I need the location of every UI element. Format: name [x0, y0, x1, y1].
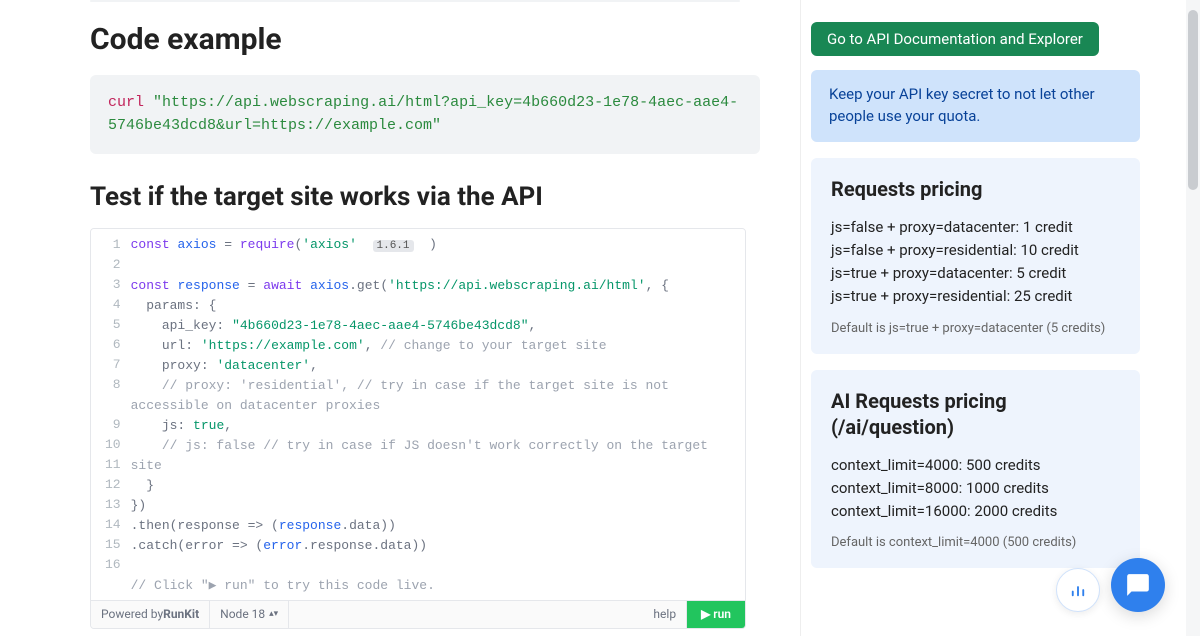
curl-command: curl	[108, 94, 144, 111]
scrollbar-track[interactable]	[1186, 0, 1200, 636]
code-content[interactable]: const axios = require('axios' 1.6.1 ) co…	[131, 235, 745, 596]
runkit-editor[interactable]: 1 2 3 4 5 6 7 8 9 10 11 12 13 14 15 16 c…	[90, 228, 746, 629]
divider	[90, 0, 740, 2]
main-column: Code example curl "https://api.webscrapi…	[0, 0, 800, 636]
api-key-notice: Keep your API key secret to not let othe…	[811, 70, 1140, 142]
chevron-updown-icon: ▴▾	[269, 609, 278, 619]
curl-code-block: curl "https://api.webscraping.ai/html?ap…	[90, 75, 760, 154]
editor-footer: Powered by RunKit Node 18▴▾ help ▶ run	[91, 600, 745, 628]
chat-icon	[1125, 572, 1151, 598]
scrollbar-thumb[interactable]	[1188, 10, 1198, 190]
line-gutter: 1 2 3 4 5 6 7 8 9 10 11 12 13 14 15 16	[91, 235, 131, 596]
requests-pricing-default: Default is js=true + proxy=datacenter (5…	[831, 321, 1120, 336]
chat-button[interactable]	[1111, 558, 1165, 612]
help-link[interactable]: help	[643, 601, 687, 628]
curl-url: "https://api.webscraping.ai/html?api_key…	[108, 94, 738, 134]
node-version-selector[interactable]: Node 18▴▾	[210, 601, 289, 628]
code-example-heading: Code example	[90, 22, 760, 57]
ai-pricing-title: AI Requests pricing (/ai/question)	[831, 388, 1120, 440]
ai-pricing-lines: context_limit=4000: 500 credits context_…	[831, 454, 1120, 524]
sidebar: Go to API Documentation and Explorer Kee…	[800, 0, 1200, 636]
run-button[interactable]: ▶ run	[687, 601, 745, 628]
ai-pricing-card: AI Requests pricing (/ai/question) conte…	[811, 370, 1140, 569]
docs-button[interactable]: Go to API Documentation and Explorer	[811, 22, 1099, 56]
test-heading: Test if the target site works via the AP…	[90, 182, 760, 212]
requests-pricing-lines: js=false + proxy=datacenter: 1 credit js…	[831, 216, 1120, 309]
page-layout: Code example curl "https://api.webscrapi…	[0, 0, 1200, 636]
equalizer-icon[interactable]	[1056, 568, 1100, 612]
requests-pricing-title: Requests pricing	[831, 176, 1120, 202]
powered-by[interactable]: Powered by RunKit	[91, 601, 210, 628]
ai-pricing-default: Default is context_limit=4000 (500 credi…	[831, 535, 1120, 550]
requests-pricing-card: Requests pricing js=false + proxy=datace…	[811, 158, 1140, 354]
editor-body[interactable]: 1 2 3 4 5 6 7 8 9 10 11 12 13 14 15 16 c…	[91, 229, 745, 600]
